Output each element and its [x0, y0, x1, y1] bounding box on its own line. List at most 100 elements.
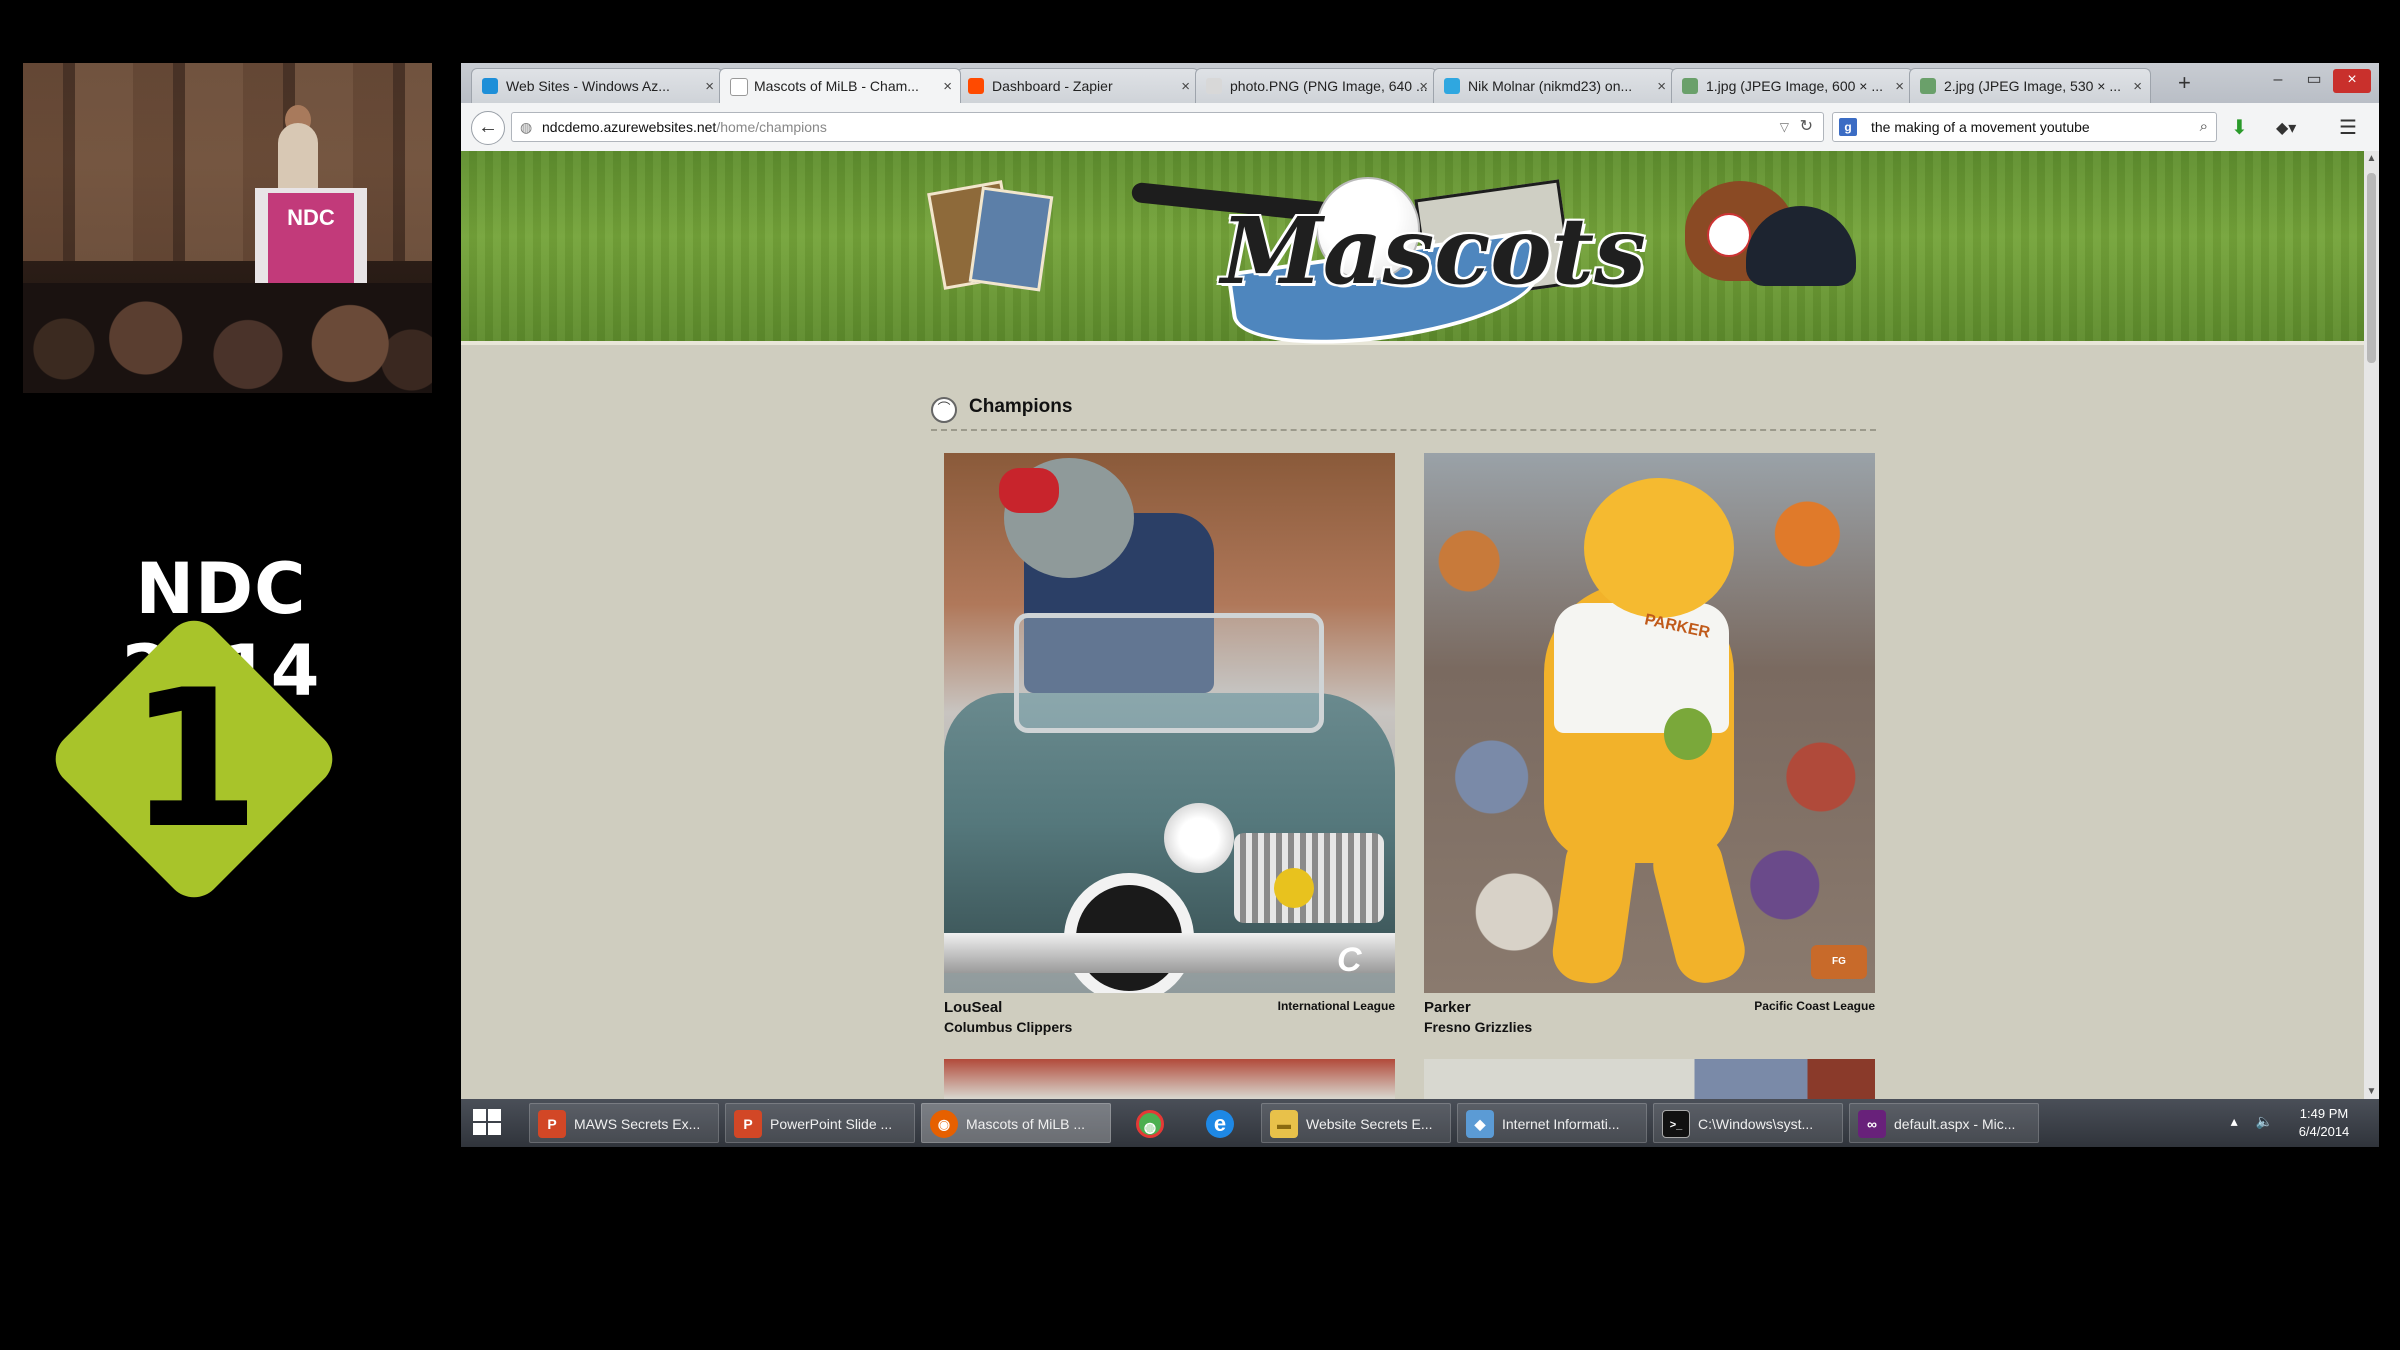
- taskbar-powerpoint-slide[interactable]: P PowerPoint Slide ...: [725, 1103, 915, 1143]
- globe-icon: ◍: [520, 119, 533, 135]
- baseball-cards-image: [968, 186, 1054, 292]
- firefox-icon: ◉: [930, 1110, 958, 1138]
- scroll-thumb[interactable]: [2367, 173, 2376, 363]
- zapier-icon: [968, 78, 984, 94]
- tab-label: Mascots of MiLB - Cham...: [754, 78, 919, 94]
- close-tab-icon[interactable]: ×: [1657, 69, 1666, 103]
- speaker-video: NDC: [23, 63, 432, 393]
- taskbar-label: MAWS Secrets Ex...: [574, 1116, 701, 1132]
- minimize-button[interactable]: –: [2261, 69, 2295, 93]
- taskbar-internet-explorer[interactable]: e: [1191, 1103, 1251, 1143]
- taskbar-label: C:\Windows\syst...: [1698, 1116, 1814, 1132]
- mascot-name: Parker: [1424, 999, 1471, 1016]
- tab-label: Nik Molnar (nikmd23) on...: [1468, 78, 1633, 94]
- google-search-engine-icon[interactable]: g: [1839, 118, 1857, 136]
- audience: [23, 283, 432, 393]
- powerpoint-icon: P: [538, 1110, 566, 1138]
- windows-taskbar: P MAWS Secrets Ex... P PowerPoint Slide …: [461, 1099, 2379, 1147]
- web-page: Mascots ⌒ Champions C LouSeal Columbus C…: [461, 151, 2364, 1099]
- close-tab-icon[interactable]: ×: [943, 69, 952, 103]
- tab-strip: Web Sites - Windows Az... × Mascots of M…: [461, 63, 2379, 103]
- close-tab-icon[interactable]: ×: [1181, 69, 1190, 103]
- taskbar-firefox-mascots[interactable]: ◉ Mascots of MiLB ...: [921, 1103, 1111, 1143]
- volume-icon[interactable]: 🔈: [2256, 1113, 2273, 1129]
- close-tab-icon[interactable]: ×: [1895, 69, 1904, 103]
- address-bar[interactable]: ◍ ndcdemo.azurewebsites.net/home/champio…: [511, 112, 1824, 142]
- url-path: /home/champions: [716, 119, 827, 135]
- visual-studio-icon: ∞: [1858, 1110, 1886, 1138]
- chrome-icon: ◍: [1136, 1110, 1164, 1138]
- browser-window: Web Sites - Windows Az... × Mascots of M…: [461, 63, 2379, 1147]
- history-dropdown-icon[interactable]: ▽: [1780, 113, 1789, 141]
- mascot-team: Columbus Clippers: [944, 1019, 1073, 1035]
- new-tab-button[interactable]: +: [2178, 70, 2191, 96]
- taskbar-chrome[interactable]: ◍: [1121, 1103, 1181, 1143]
- taskbar-maws-secrets[interactable]: P MAWS Secrets Ex...: [529, 1103, 719, 1143]
- tray-icons: ▴ 🔈: [2231, 1113, 2273, 1130]
- close-window-button[interactable]: ×: [2333, 69, 2371, 93]
- internet-explorer-icon: e: [1206, 1110, 1234, 1138]
- start-button[interactable]: [473, 1109, 503, 1137]
- mascot-photo[interactable]: C: [944, 453, 1395, 993]
- ball-prop: [1664, 708, 1712, 760]
- download-icon[interactable]: ⬇: [2231, 115, 2248, 140]
- powerpoint-icon: P: [734, 1110, 762, 1138]
- mascot-photo-partial[interactable]: [944, 1059, 1395, 1099]
- reload-icon[interactable]: ↻: [1800, 113, 1813, 141]
- search-icon[interactable]: ⌕: [2200, 113, 2208, 141]
- clock-date: 6/4/2014: [2298, 1124, 2350, 1139]
- taskbar-website-secrets-folder[interactable]: ▬ Website Secrets E...: [1261, 1103, 1451, 1143]
- system-tray: ▴ 🔈 1:49 PM 6/4/2014: [2167, 1103, 2367, 1143]
- taskbar-label: Mascots of MiLB ...: [966, 1116, 1086, 1132]
- mascot-card[interactable]: PARKER FG Parker Fresno Grizzlies Pacifi…: [1424, 453, 1875, 1035]
- mascot-card[interactable]: C LouSeal Columbus Clippers Internationa…: [944, 453, 1395, 1035]
- tab-2-jpg[interactable]: 2.jpg (JPEG Image, 530 × ... ×: [1909, 68, 2151, 103]
- tab-web-sites-azure[interactable]: Web Sites - Windows Az... ×: [471, 68, 723, 103]
- search-input[interactable]: the making of a movement youtube: [1871, 113, 2090, 141]
- close-tab-icon[interactable]: ×: [705, 69, 714, 103]
- mascot-photo[interactable]: PARKER FG: [1424, 453, 1875, 993]
- taskbar-command-prompt[interactable]: >_ C:\Windows\syst...: [1653, 1103, 1843, 1143]
- tab-twitter-nik-molnar[interactable]: Nik Molnar (nikmd23) on... ×: [1433, 68, 1675, 103]
- taskbar-label: PowerPoint Slide ...: [770, 1116, 893, 1132]
- menu-icon[interactable]: ☰: [2339, 115, 2357, 140]
- url-text[interactable]: ndcdemo.azurewebsites.net/home/champions: [542, 113, 827, 141]
- baseball-graphic: [1707, 213, 1751, 257]
- tab-mascots-of-milb[interactable]: Mascots of MiLB - Cham... ×: [719, 68, 961, 103]
- maximize-button[interactable]: ▭: [2297, 69, 2331, 93]
- taskbar-visual-studio[interactable]: ∞ default.aspx - Mic...: [1849, 1103, 2039, 1143]
- grizzlies-logo: FG: [1811, 945, 1867, 979]
- tab-1-jpg[interactable]: 1.jpg (JPEG Image, 600 × ... ×: [1671, 68, 1913, 103]
- twitter-icon: [1444, 78, 1460, 94]
- clock-time: 1:49 PM: [2299, 1106, 2349, 1121]
- iis-icon: ◆: [1466, 1110, 1494, 1138]
- windows-azure-icon: [482, 78, 498, 94]
- site-header: Mascots: [461, 151, 2364, 361]
- taskbar-iis-manager[interactable]: ◆ Internet Informati...: [1457, 1103, 1647, 1143]
- scroll-down-icon[interactable]: ▼: [2364, 1086, 2379, 1097]
- clock[interactable]: 1:49 PM 6/4/2014: [2289, 1105, 2359, 1141]
- page-scrollbar[interactable]: ▲ ▼: [2364, 151, 2379, 1099]
- close-tab-icon[interactable]: ×: [1419, 69, 1428, 103]
- search-bar[interactable]: g the making of a movement youtube ⌕: [1832, 112, 2217, 142]
- tab-label: Dashboard - Zapier: [992, 78, 1113, 94]
- taskbar-label: Website Secrets E...: [1306, 1116, 1433, 1132]
- folder-icon: ▬: [1270, 1110, 1298, 1138]
- champions-icon: ⌒: [931, 397, 957, 423]
- tab-zapier-dashboard[interactable]: Dashboard - Zapier ×: [957, 68, 1199, 103]
- mascot-photo-partial[interactable]: [1424, 1059, 1875, 1099]
- section-divider: [931, 429, 1876, 431]
- taskbar-label: Internet Informati...: [1502, 1116, 1620, 1132]
- mascot-league: Pacific Coast League: [1754, 999, 1875, 1013]
- site-logo[interactable]: Mascots: [1221, 197, 1646, 305]
- tab-photo-png[interactable]: photo.PNG (PNG Image, 640 ... ×: [1195, 68, 1437, 103]
- image-icon: [1920, 78, 1936, 94]
- close-tab-icon[interactable]: ×: [2133, 69, 2142, 103]
- show-hidden-icons-icon[interactable]: ▴: [2231, 1113, 2238, 1129]
- addon-icon[interactable]: ◆▾: [2276, 118, 2296, 138]
- image-icon: [1206, 78, 1222, 94]
- taskbar-label: default.aspx - Mic...: [1894, 1116, 2016, 1132]
- back-button[interactable]: ←: [471, 111, 505, 145]
- image-icon: [1682, 78, 1698, 94]
- scroll-up-icon[interactable]: ▲: [2364, 153, 2379, 164]
